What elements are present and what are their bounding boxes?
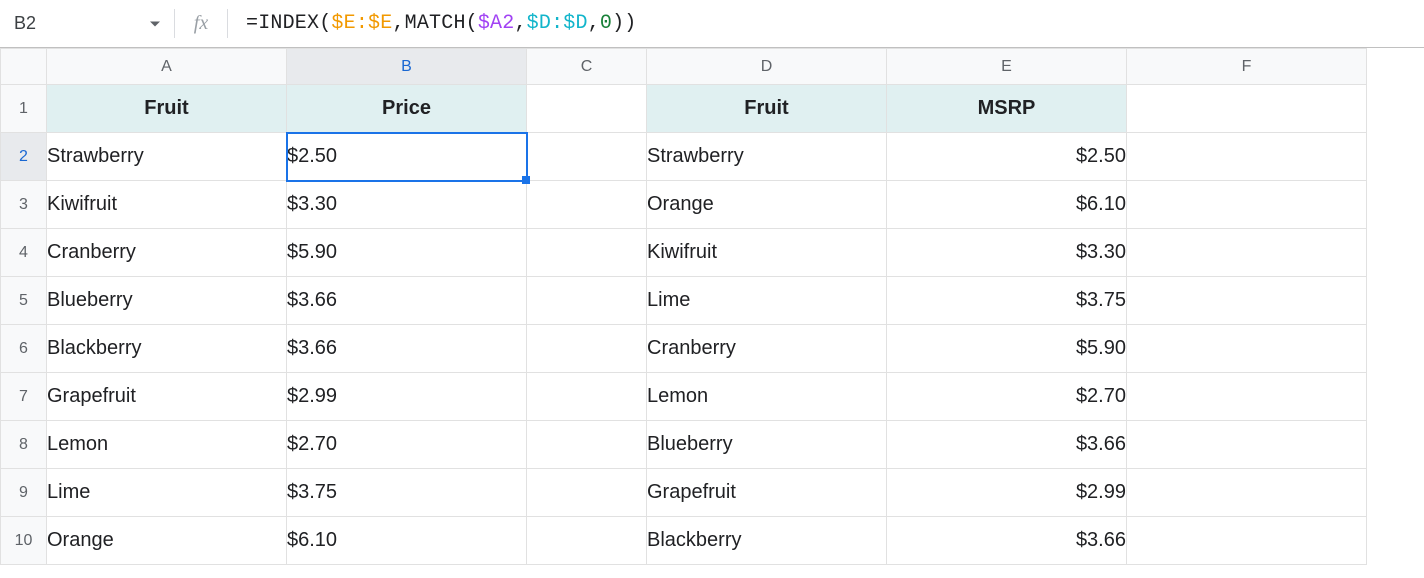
cell-E2[interactable]: $2.50: [887, 133, 1127, 181]
cell-B9[interactable]: $3.75: [287, 469, 527, 517]
cell-A3[interactable]: Kiwifruit: [47, 181, 287, 229]
cell-F6[interactable]: [1127, 325, 1367, 373]
cell-B2[interactable]: $2.50: [287, 133, 527, 181]
fill-handle[interactable]: [522, 176, 530, 184]
cell-E9[interactable]: $2.99: [887, 469, 1127, 517]
cell-D3[interactable]: Orange: [647, 181, 887, 229]
cell-A1[interactable]: Fruit: [47, 85, 287, 133]
cell-F7[interactable]: [1127, 373, 1367, 421]
cell-C4[interactable]: [527, 229, 647, 277]
separator: [174, 9, 175, 37]
name-box[interactable]: B2: [0, 0, 170, 47]
cell-C3[interactable]: [527, 181, 647, 229]
cell-D6[interactable]: Cranberry: [647, 325, 887, 373]
cell-A8[interactable]: Lemon: [47, 421, 287, 469]
cell-F1[interactable]: [1127, 85, 1367, 133]
formula-input[interactable]: =INDEX($E:$E,MATCH($A2,$D:$D,0)): [246, 0, 1424, 47]
row-header[interactable]: 7: [1, 373, 47, 421]
col-header-C[interactable]: C: [527, 49, 647, 85]
cell-C10[interactable]: [527, 517, 647, 565]
cell-D8[interactable]: Blueberry: [647, 421, 887, 469]
cell-A4[interactable]: Cranberry: [47, 229, 287, 277]
cell-A5[interactable]: Blueberry: [47, 277, 287, 325]
cell-A10[interactable]: Orange: [47, 517, 287, 565]
cell-A7[interactable]: Grapefruit: [47, 373, 287, 421]
cell-F4[interactable]: [1127, 229, 1367, 277]
cell-D2[interactable]: Strawberry: [647, 133, 887, 181]
formula-token: ,: [514, 12, 526, 35]
row-header[interactable]: 2: [1, 133, 47, 181]
cell-F5[interactable]: [1127, 277, 1367, 325]
cell-C7[interactable]: [527, 373, 647, 421]
formula-token: 0: [600, 12, 612, 35]
cell-F8[interactable]: [1127, 421, 1367, 469]
cell-B4[interactable]: $5.90: [287, 229, 527, 277]
cell-D9[interactable]: Grapefruit: [647, 469, 887, 517]
fx-icon: fx: [187, 12, 215, 35]
col-header-A[interactable]: A: [47, 49, 287, 85]
cell-F3[interactable]: [1127, 181, 1367, 229]
row-header[interactable]: 3: [1, 181, 47, 229]
cell-B5[interactable]: $3.66: [287, 277, 527, 325]
row-header[interactable]: 6: [1, 325, 47, 373]
cell-E4[interactable]: $3.30: [887, 229, 1127, 277]
cell-D10[interactable]: Blackberry: [647, 517, 887, 565]
cell-E8[interactable]: $3.66: [887, 421, 1127, 469]
cell-F2[interactable]: [1127, 133, 1367, 181]
cell-C2[interactable]: [527, 133, 647, 181]
cell-C1[interactable]: [527, 85, 647, 133]
spreadsheet-grid[interactable]: A B C D E F 1 Fruit Price Fruit MSRP 2 S…: [0, 48, 1367, 565]
separator: [227, 9, 228, 37]
cell-B3[interactable]: $3.30: [287, 181, 527, 229]
cell-B10[interactable]: $6.10: [287, 517, 527, 565]
formula-token: $A2: [478, 12, 515, 35]
cell-D5[interactable]: Lime: [647, 277, 887, 325]
cell-E3[interactable]: $6.10: [887, 181, 1127, 229]
cell-B8[interactable]: $2.70: [287, 421, 527, 469]
cell-E7[interactable]: $2.70: [887, 373, 1127, 421]
name-box-value: B2: [14, 13, 36, 34]
cell-D4[interactable]: Kiwifruit: [647, 229, 887, 277]
row-header[interactable]: 1: [1, 85, 47, 133]
formula-token: =INDEX(: [246, 12, 331, 35]
select-all-corner[interactable]: [1, 49, 47, 85]
formula-token: $D:$D: [527, 12, 588, 35]
cell-value: $2.50: [287, 145, 337, 167]
col-header-E[interactable]: E: [887, 49, 1127, 85]
row-header[interactable]: 9: [1, 469, 47, 517]
cell-C6[interactable]: [527, 325, 647, 373]
cell-C8[interactable]: [527, 421, 647, 469]
col-header-F[interactable]: F: [1127, 49, 1367, 85]
cell-D7[interactable]: Lemon: [647, 373, 887, 421]
cell-C9[interactable]: [527, 469, 647, 517]
formula-token: )): [612, 12, 636, 35]
formula-token: ,: [588, 12, 600, 35]
row-header[interactable]: 10: [1, 517, 47, 565]
formula-token: ,MATCH(: [392, 12, 477, 35]
cell-A9[interactable]: Lime: [47, 469, 287, 517]
cell-A6[interactable]: Blackberry: [47, 325, 287, 373]
cell-E6[interactable]: $5.90: [887, 325, 1127, 373]
row-header[interactable]: 8: [1, 421, 47, 469]
dropdown-icon[interactable]: [150, 21, 160, 26]
cell-C5[interactable]: [527, 277, 647, 325]
col-header-D[interactable]: D: [647, 49, 887, 85]
cell-E10[interactable]: $3.66: [887, 517, 1127, 565]
col-header-B[interactable]: B: [287, 49, 527, 85]
formula-token: $E:$E: [331, 12, 392, 35]
cell-A2[interactable]: Strawberry: [47, 133, 287, 181]
cell-B6[interactable]: $3.66: [287, 325, 527, 373]
cell-D1[interactable]: Fruit: [647, 85, 887, 133]
cell-F10[interactable]: [1127, 517, 1367, 565]
row-header[interactable]: 5: [1, 277, 47, 325]
row-header[interactable]: 4: [1, 229, 47, 277]
cell-E1[interactable]: MSRP: [887, 85, 1127, 133]
cell-B7[interactable]: $2.99: [287, 373, 527, 421]
cell-E5[interactable]: $3.75: [887, 277, 1127, 325]
cell-F9[interactable]: [1127, 469, 1367, 517]
formula-bar: B2 fx =INDEX($E:$E,MATCH($A2,$D:$D,0)): [0, 0, 1424, 48]
cell-B1[interactable]: Price: [287, 85, 527, 133]
